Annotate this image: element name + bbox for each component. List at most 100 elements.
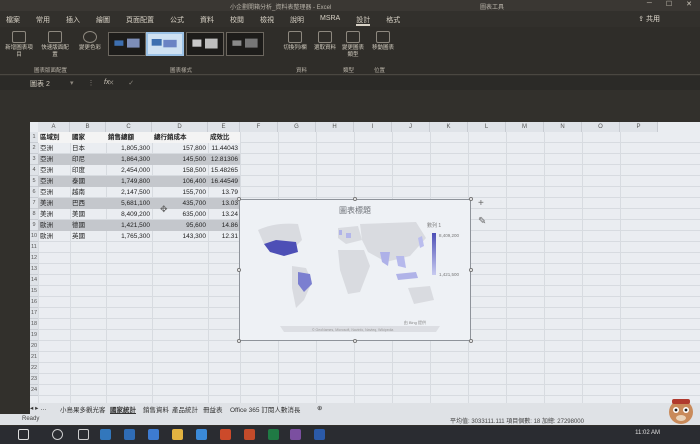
row-header-3[interactable]: 3 [30,154,38,165]
column-header-L[interactable]: L [468,122,506,132]
minimize-icon[interactable]: ─ [647,0,652,8]
tab-7[interactable]: 校閱 [230,14,244,26]
quick-layout-button[interactable]: 快速版面配置 [40,31,70,59]
column-header-C[interactable]: C [106,122,152,132]
table-cell[interactable]: 美國 [70,209,106,220]
table-cell[interactable]: 16.44549 [208,176,240,187]
sheet-tab-1[interactable]: 國家統計 [110,404,136,414]
table-cell[interactable]: 157,800 [152,143,208,154]
tab-10[interactable]: MSRA [320,14,340,26]
row-header-24[interactable]: 24 [30,385,38,396]
tab-0[interactable]: 檔案 [6,14,20,26]
edge-icon[interactable] [100,429,111,440]
column-header-F[interactable]: F [240,122,278,132]
skype-icon[interactable] [196,429,207,440]
chart-styles-brush-icon[interactable]: ✎ [478,216,486,227]
chart-style-3[interactable] [186,32,224,56]
table-header-cell[interactable]: 國家 [70,132,106,143]
chart-style-2[interactable] [146,32,184,56]
resize-handle-r[interactable] [469,268,473,272]
task-view-icon[interactable] [78,429,89,440]
switch-row-column-button[interactable]: 切換列/欄 [282,31,308,52]
table-cell[interactable]: 亞洲 [38,143,70,154]
change-chart-type-button[interactable]: 變更圖表類型 [340,31,366,59]
chart-style-4[interactable] [226,32,264,56]
table-cell[interactable]: 美洲 [38,198,70,209]
move-chart-button[interactable]: 移動圖表 [370,31,396,52]
file-explorer-icon[interactable] [172,429,183,440]
column-header-K[interactable]: K [430,122,468,132]
tab-6[interactable]: 資料 [200,14,214,26]
table-cell[interactable]: 2,147,500 [106,187,152,198]
table-cell[interactable]: 12.31 [208,231,240,242]
row-header-4[interactable]: 4 [30,165,38,176]
row-header-14[interactable]: 14 [30,275,38,286]
tab-11[interactable]: 設計 [356,14,371,26]
row-header-23[interactable]: 23 [30,374,38,385]
table-cell[interactable]: 15.48265 [208,165,240,176]
mail-icon[interactable] [148,429,159,440]
table-cell[interactable]: 8,409,200 [106,209,152,220]
add-sheet-icon[interactable]: ⊕ [317,404,322,412]
tab-5[interactable]: 公式 [170,14,184,26]
table-cell[interactable]: 日本 [70,143,106,154]
row-header-13[interactable]: 13 [30,264,38,275]
table-cell[interactable]: 95,600 [152,220,208,231]
sheet-tab-5[interactable]: Office 365 訂閱人數消長 [230,404,300,414]
row-header-7[interactable]: 7 [30,198,38,209]
column-header-I[interactable]: I [354,122,392,132]
tab-4[interactable]: 頁面配置 [126,14,154,26]
table-cell[interactable]: 155,700 [152,187,208,198]
column-header-M[interactable]: M [506,122,544,132]
onenote-icon[interactable] [290,429,301,440]
excel-icon[interactable] [268,429,279,440]
resize-handle-bl[interactable] [237,339,241,343]
column-header-J[interactable]: J [392,122,430,132]
table-cell[interactable]: 1,749,800 [106,176,152,187]
table-cell[interactable]: 158,500 [152,165,208,176]
table-cell[interactable]: 1,421,500 [106,220,152,231]
map-chart[interactable]: 圖表標題 數列 1 8,409,200 1,421,500 由 Bing 提供 … [237,197,473,343]
sheet-tab-2[interactable]: 銷售資料 [143,404,169,414]
table-header-cell[interactable]: 區域別 [38,132,70,143]
table-cell[interactable]: 印度 [70,165,106,176]
column-header-A[interactable]: A [38,122,70,132]
sheet-tab-4[interactable]: 冊益表 [203,404,223,414]
table-cell[interactable]: 1,805,300 [106,143,152,154]
row-header-2[interactable]: 2 [30,143,38,154]
sheet-tab-3[interactable]: 產品統計 [172,404,198,414]
table-cell[interactable]: 越南 [70,187,106,198]
row-header-20[interactable]: 20 [30,341,38,352]
row-header-15[interactable]: 15 [30,286,38,297]
table-cell[interactable]: 13.03 [208,198,240,209]
table-cell[interactable]: 5,681,100 [106,198,152,209]
worksheet[interactable]: A B C D E F G H I J K L M N O P 1 2 3 4 5 6 7 8 9 10 11 12 13 14 15 16 1… [30,122,700,412]
row-header-11[interactable]: 11 [30,242,38,253]
row-header-16[interactable]: 16 [30,297,38,308]
tab-9[interactable]: 說明 [290,14,304,26]
close-icon[interactable]: ✕ [686,0,692,8]
chart-elements-plus-icon[interactable]: + [478,198,484,209]
outlook-icon[interactable] [124,429,135,440]
table-cell[interactable]: 13.24 [208,209,240,220]
resize-handle-l[interactable] [237,268,241,272]
table-cell[interactable]: 泰國 [70,176,106,187]
table-cell[interactable]: 印尼 [70,154,106,165]
table-header-cell[interactable]: 銷售總額 [106,132,152,143]
table-cell[interactable]: 11.44043 [208,143,240,154]
powerpoint-icon[interactable] [220,429,231,440]
sheet-tab-0[interactable]: 小島果多觀光客 [60,404,106,414]
table-cell[interactable]: 12.81306 [208,154,240,165]
maximize-icon[interactable]: ☐ [666,0,672,8]
table-cell[interactable]: 美洲 [38,209,70,220]
column-header-B[interactable]: B [70,122,106,132]
column-header-D[interactable]: D [152,122,208,132]
row-header-5[interactable]: 5 [30,176,38,187]
chart-style-1[interactable] [108,32,146,56]
column-header-E[interactable]: E [208,122,240,132]
row-header-10[interactable]: 10 [30,231,38,242]
column-header-P[interactable]: P [620,122,658,132]
resize-handle-br[interactable] [469,339,473,343]
word-icon[interactable] [314,429,325,440]
table-cell[interactable]: 德國 [70,220,106,231]
